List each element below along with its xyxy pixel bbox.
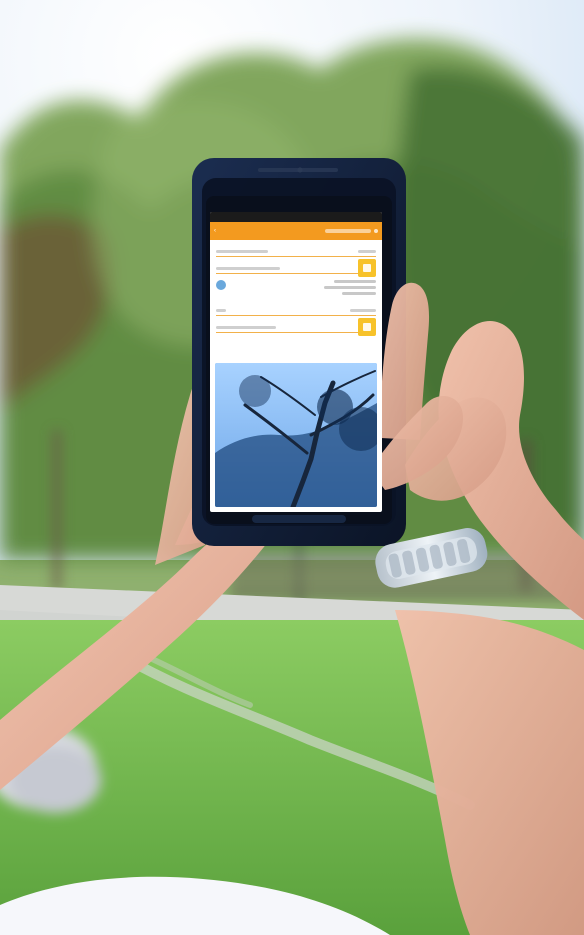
form-row-3 [216, 305, 376, 316]
overflow-icon[interactable] [374, 229, 378, 233]
info-text [324, 280, 376, 295]
photo-scene: ‹ [0, 0, 584, 935]
field-label-placeholder [216, 249, 268, 253]
back-icon[interactable]: ‹ [214, 228, 220, 234]
action-button-yellow-1[interactable] [358, 259, 376, 277]
app-bar-title-placeholder [325, 229, 371, 233]
form-row-1 [216, 246, 376, 257]
info-line-1 [334, 280, 376, 283]
app-bar: ‹ [210, 222, 382, 240]
status-bar [210, 212, 382, 222]
small-value-placeholder [350, 308, 376, 312]
field-value-placeholder [358, 249, 376, 253]
form-row-2 [216, 259, 376, 277]
info-line-3 [342, 292, 376, 295]
info-block [216, 280, 376, 295]
field-label-placeholder-4 [216, 325, 276, 329]
form-row-4 [216, 318, 376, 336]
app-bar-actions [325, 229, 378, 233]
photo-preview [215, 363, 377, 507]
small-label-placeholder [216, 308, 226, 312]
tree-photo-preview [215, 363, 377, 507]
info-line-2 [324, 286, 376, 289]
field-label-placeholder-2 [216, 266, 280, 270]
action-button-yellow-2[interactable] [358, 318, 376, 336]
info-icon[interactable] [216, 280, 226, 290]
form-section [210, 240, 382, 336]
tablet-screen: ‹ [210, 212, 382, 512]
